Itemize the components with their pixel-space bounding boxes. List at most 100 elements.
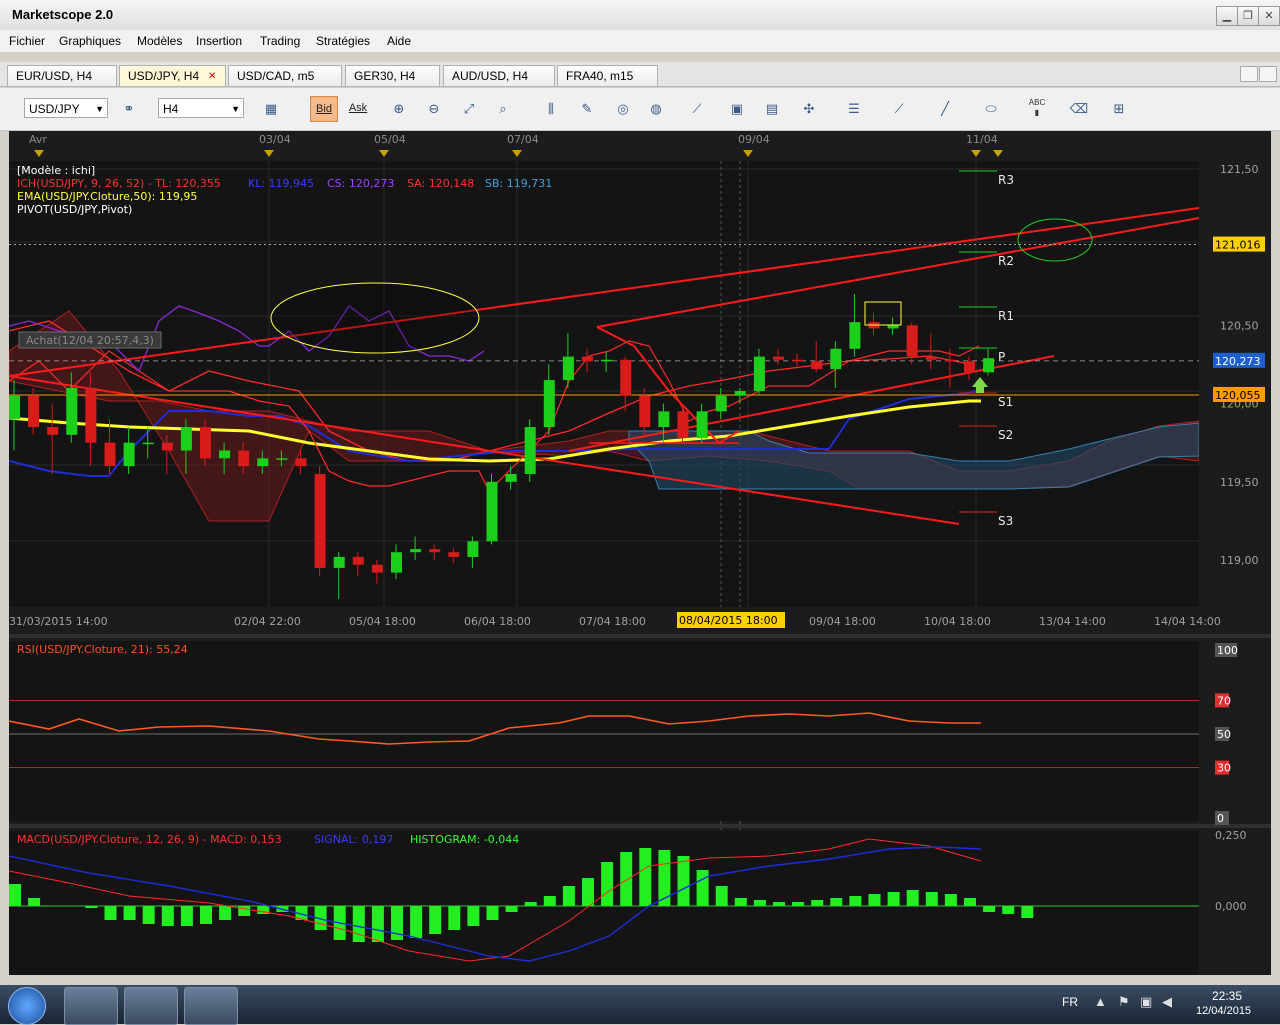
tray-flag-icon[interactable]: ⚑ [1118,994,1130,1010]
magnifier-icon[interactable]: ⌕ [492,98,514,120]
zoom-out-icon[interactable]: ⊖ [423,98,445,120]
candle-body [906,325,918,357]
candle-body [658,411,670,428]
timeframe-select[interactable]: H4 ▼ [158,98,244,118]
legend-ichi-kl: KL: 119,945 [248,177,314,190]
ask-button[interactable]: Ask [344,96,372,120]
chart-canvas[interactable]: Avr 03/04 05/04 07/04 09/04 11/04 R3 R2 R1 P S1 S2 S… [9,131,1271,975]
tab-usd-jpy[interactable]: USD/JPY, H4 ✕ [119,65,226,86]
macd-histogram-bar [906,890,919,906]
edit-chart-icon[interactable]: ✎ [576,98,598,120]
maximize-chart-icon[interactable] [1259,66,1277,82]
bid-button[interactable]: Bid [310,96,338,122]
legend-ichi-sb: SB: 119,731 [485,177,552,190]
close-button[interactable]: ✕ [1258,6,1280,26]
macd-histogram-bar [142,906,155,924]
macd-histogram-bar [868,894,881,906]
text-tool-icon[interactable]: ABC ▮ [1026,98,1048,120]
clock-date[interactable]: 12/04/2015 [1196,1005,1251,1017]
macd-histogram-bar [543,896,556,906]
macd-histogram-bar [200,906,212,924]
time-axis-label: 06/04 18:00 [464,615,531,628]
chart-area[interactable]: Avr 03/04 05/04 07/04 09/04 11/04 R3 R2 R1 P S1 S2 S… [9,131,1271,975]
candle-body [486,481,498,542]
time-axis-label: 02/04 22:00 [234,615,301,628]
menu-trading[interactable]: Trading [260,34,300,48]
price-flag-label: 121,016 [1215,239,1261,252]
macd-histogram-bar [467,906,480,926]
candle-body [295,458,307,467]
zoom-in-icon[interactable]: ⊕ [388,98,410,120]
tray-volume-icon[interactable]: ◀ [1162,994,1172,1010]
ruler-icon[interactable]: ⟋ [686,98,708,120]
eraser-icon[interactable]: ⌫ [1068,98,1090,120]
macd-histogram-bar [964,898,976,906]
tab-fra40[interactable]: FRA40, m15 [557,65,658,86]
lines-icon[interactable]: ☰ [843,98,865,120]
macd-histogram-bar [1002,906,1015,914]
fit-icon[interactable]: ⤢ [458,98,480,120]
crosshair-icon[interactable]: ✣ [798,98,820,120]
candle-body [773,356,784,360]
tray-network-icon[interactable]: ▣ [1140,994,1152,1010]
macd-signal-label: SIGNAL: 0,197 [314,833,393,846]
candle-body [811,361,823,370]
rsi-axis-label: 50 [1217,728,1231,741]
ellipse-icon[interactable]: ⬭ [980,98,1002,120]
globe-icon[interactable]: ◍ [645,98,667,120]
start-button[interactable] [8,987,46,1025]
legend-pivot: PIVOT(USD/JPY,Pivot) [17,203,132,216]
clock-time[interactable]: 22:35 [1212,989,1242,1003]
tray-up-icon[interactable]: ▲ [1094,994,1107,1009]
candle [314,466,326,576]
menu-insertion[interactable]: Insertion [196,34,242,48]
chart-toolbar: USD/JPY ▼ ⚭ H4 ▼ ▦ Bid Ask ⊕ ⊖ ⤢ ⌕ ⫼ ✎ ◎ ◍… [0,88,1280,131]
fan-icon[interactable]: ⟋ [888,98,910,120]
tab-label: USD/CAD, m5 [237,69,315,83]
macd-histogram-bar [161,906,174,926]
menu-strategies[interactable]: Stratégies [316,34,370,48]
chart-type-icon[interactable]: ▦ [260,98,282,120]
pivot-label-s3: S3 [998,514,1013,528]
chrome-app-icon[interactable] [184,987,238,1025]
pivot-label-p: P [998,350,1005,364]
candle-body [104,442,116,467]
date-top-label: 09/04 [738,133,770,146]
macd-histogram-bar [219,906,232,920]
tab-eur-usd[interactable]: EUR/USD, H4 [7,65,117,86]
tab-usd-cad[interactable]: USD/CAD, m5 [228,65,342,86]
hierarchy-icon[interactable]: ⊞ [1108,98,1130,120]
tab-ger30[interactable]: GER30, H4 [345,65,440,86]
macd-histogram-bar [925,892,938,906]
minimize-button[interactable]: ▁ [1216,6,1238,26]
tab-aud-usd[interactable]: AUD/USD, H4 [443,65,555,86]
tab-label: AUD/USD, H4 [452,69,529,83]
language-indicator[interactable]: FR [1062,995,1078,1009]
window-icon[interactable]: ▤ [761,98,783,120]
menu-graphiques[interactable]: Graphiques [59,34,121,48]
pivot-label-r2: R2 [998,254,1014,268]
image-icon[interactable]: ▣ [726,98,748,120]
rsi-axis-label: 0 [1217,812,1224,825]
signal-icon[interactable]: ◎ [612,98,634,120]
trendline-icon[interactable]: ╱ [934,98,956,120]
menu-fichier[interactable]: Fichier [9,34,45,48]
maximize-button[interactable]: ❐ [1237,6,1259,26]
windows-taskbar: FR ▲ ⚑ ▣ ◀ 22:35 12/04/2015 [0,985,1280,1025]
restore-chart-icon[interactable] [1240,66,1258,82]
macd-histogram-bar [562,886,575,906]
tab-close-icon[interactable]: ✕ [208,66,216,87]
explorer-app-icon[interactable] [64,987,118,1025]
candle-body [9,395,20,420]
menu-modeles[interactable]: Modèles [137,34,182,48]
chevron-down-icon: ▼ [231,104,240,114]
time-axis-label: 07/04 18:00 [579,615,646,628]
indicator-icon[interactable]: ⫼ [540,98,562,120]
pivot-label-r3: R3 [998,173,1014,187]
menu-aide[interactable]: Aide [387,34,411,48]
macd-histogram-bar [792,902,805,906]
current-price-label: 120,273 [1215,355,1261,368]
symbol-select[interactable]: USD/JPY ▼ [24,98,108,118]
symbol-options-icon[interactable]: ⚭ [118,98,140,120]
marketscope-app-icon[interactable] [124,987,178,1025]
